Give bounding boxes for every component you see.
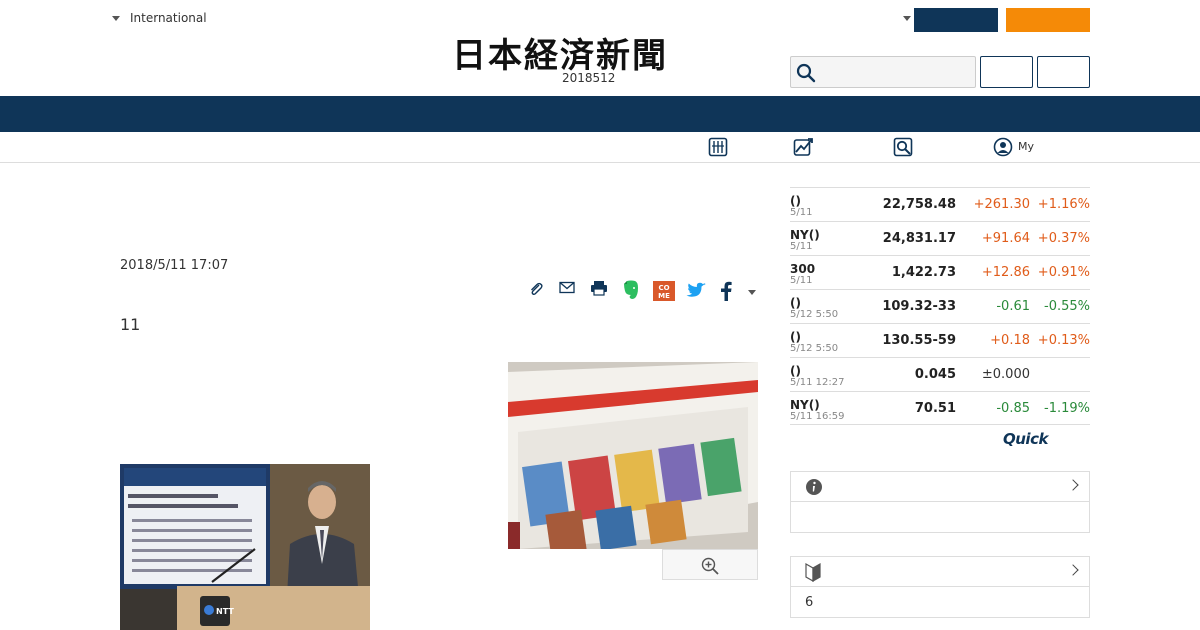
market-row[interactable]: NY() 5/11 16:59 70.51 -0.85 -1.19% <box>790 391 1090 425</box>
market-date: 5/11 <box>790 207 813 218</box>
beginner-box-body: 6 <box>791 587 1089 617</box>
beginner-box: 6 <box>790 556 1090 618</box>
market-change: +91.64 <box>981 231 1030 246</box>
search-news-icon[interactable] <box>893 137 913 157</box>
beginner-box-text: 6 <box>805 595 814 610</box>
market-date: 5/11 12:27 <box>790 377 845 388</box>
market-name: NY() <box>790 398 820 412</box>
subscribe-button[interactable] <box>1006 8 1090 32</box>
mail-icon[interactable] <box>559 281 575 295</box>
market-value: 0.045 <box>914 367 956 382</box>
site-logo[interactable]: 日本経済新聞 <box>452 28 668 77</box>
market-date: 5/12 5:50 <box>790 343 839 354</box>
market-name: NY() <box>790 228 820 242</box>
market-row[interactable]: () 5/11 22,758.48 +261.30 +1.16% <box>790 187 1090 221</box>
market-change: ±0.000 <box>981 367 1030 382</box>
paper-viewer-icon[interactable] <box>708 137 728 157</box>
region-label: International <box>130 11 207 25</box>
market-date: 5/11 <box>790 241 813 252</box>
evernote-icon[interactable] <box>622 279 640 301</box>
region-select[interactable]: International <box>112 11 207 25</box>
market-name: () <box>790 194 801 208</box>
chevron-right-icon <box>1067 479 1079 491</box>
market-change: +261.30 <box>973 197 1030 212</box>
market-row[interactable]: 300 5/11 1,422.73 +12.86 +0.91% <box>790 255 1090 289</box>
manga-site-photo <box>508 362 758 549</box>
market-change-percent: +0.91% <box>1037 265 1090 280</box>
info-box-body <box>791 502 1089 532</box>
market-row[interactable]: () 5/12 5:50 109.32-33 -0.61 -0.55% <box>790 289 1090 323</box>
market-date: 5/11 <box>790 275 813 286</box>
market-value: 109.32-33 <box>882 299 956 314</box>
outline-button-1[interactable] <box>980 56 1033 88</box>
market-value: 22,758.48 <box>882 197 956 212</box>
market-change-percent: +0.37% <box>1037 231 1090 246</box>
market-change-percent: -0.55% <box>1044 299 1090 314</box>
market-name: () <box>790 296 801 310</box>
clip-icon[interactable] <box>528 281 544 297</box>
beginner-box-header[interactable] <box>791 557 1089 587</box>
market-name: () <box>790 330 801 344</box>
svg-text:CO: CO <box>658 284 669 292</box>
share-more-caret-icon[interactable] <box>748 290 756 295</box>
quick-logo[interactable]: Quick <box>1003 430 1048 448</box>
market-change-percent: +1.16% <box>1037 197 1090 212</box>
svg-text:NTT: NTT <box>216 607 234 616</box>
my-nikkei-label[interactable]: My <box>1018 140 1034 153</box>
market-change-percent: +0.13% <box>1037 333 1090 348</box>
info-icon <box>806 479 822 495</box>
market-name: () <box>790 364 801 378</box>
print-icon[interactable] <box>590 280 608 296</box>
market-row[interactable]: () 5/12 5:50 130.55-59 +0.18 +0.13% <box>790 323 1090 357</box>
twitter-icon[interactable] <box>685 282 707 300</box>
outline-button-2[interactable] <box>1037 56 1090 88</box>
market-value: 24,831.17 <box>882 231 956 246</box>
article-date: 2018/5/11 17:07 <box>120 258 229 273</box>
chevron-right-icon <box>1067 564 1079 576</box>
market-data-table: () 5/11 22,758.48 +261.30 +1.16% NY() 5/11 24,8… <box>790 187 1090 425</box>
caret-down-icon <box>112 15 120 21</box>
market-date: 5/11 16:59 <box>790 411 845 422</box>
market-date: 5/12 5:50 <box>790 309 839 320</box>
market-change: +0.18 <box>990 333 1030 348</box>
market-row[interactable]: NY() 5/11 24,831.17 +91.64 +0.37% <box>790 221 1090 255</box>
account-caret-icon[interactable] <box>903 16 911 21</box>
search-icon[interactable] <box>796 63 816 83</box>
market-chart-icon[interactable] <box>793 137 815 157</box>
market-name: 300 <box>790 262 816 276</box>
login-button[interactable] <box>914 8 998 32</box>
article-photo-manga-site[interactable] <box>508 362 758 549</box>
header-date: 2018512 <box>562 71 616 85</box>
comemo-icon[interactable]: CO ME <box>653 281 675 301</box>
market-change: -0.85 <box>996 401 1030 416</box>
market-value: 70.51 <box>914 401 956 416</box>
market-value: 130.55-59 <box>882 333 956 348</box>
photo-zoom-button[interactable] <box>662 549 758 580</box>
facebook-icon[interactable] <box>719 281 733 301</box>
svg-text:ME: ME <box>658 292 670 300</box>
article-photo-press-conference[interactable]: NTT <box>120 464 370 630</box>
market-change-percent: -1.19% <box>1044 401 1090 416</box>
zoom-in-icon <box>701 557 719 575</box>
market-change: +12.86 <box>981 265 1030 280</box>
info-box-header[interactable] <box>791 472 1089 502</box>
article-title: 11 <box>120 315 141 334</box>
site-header: International 日本経済新聞 2018512 <box>0 0 1200 96</box>
info-box <box>790 471 1090 533</box>
beginner-mark-icon <box>805 562 821 582</box>
press-conference-photo: NTT <box>120 464 370 630</box>
market-change: -0.61 <box>996 299 1030 314</box>
market-value: 1,422.73 <box>891 265 956 280</box>
main-navbar <box>0 96 1200 132</box>
user-icon[interactable] <box>993 137 1013 157</box>
market-row[interactable]: () 5/11 12:27 0.045 ±0.000 <box>790 357 1090 391</box>
search-input[interactable] <box>790 56 976 88</box>
